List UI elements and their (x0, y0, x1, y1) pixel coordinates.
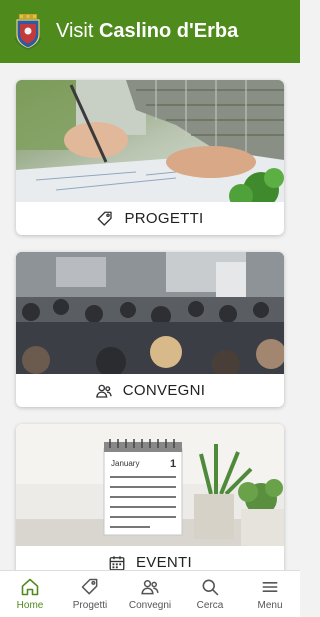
card-progetti[interactable]: PROGETTI (16, 80, 284, 235)
municipal-crest-icon (14, 13, 42, 50)
card-image-convegni (16, 252, 284, 374)
title-prefix: Visit (56, 20, 94, 42)
people-icon (141, 580, 159, 595)
app-screen: Visit Caslino d'Erba PROGETTI CONVEGNI J… (0, 0, 300, 617)
card-eventi[interactable]: January 1 EVENTI (16, 424, 284, 570)
card-title: CONVEGNI (122, 382, 206, 399)
calendar-icon (109, 555, 125, 570)
main-content[interactable]: PROGETTI CONVEGNI January 1 EVENTI (0, 63, 300, 570)
app-header: Visit Caslino d'Erba (0, 0, 300, 63)
nav-home-label: Home (16, 600, 44, 611)
card-title: EVENTI (136, 554, 192, 570)
nav-progetti-label: Progetti (72, 600, 108, 611)
nav-home[interactable]: Home (0, 571, 60, 617)
people-icon (95, 384, 112, 398)
tag-icon (81, 578, 98, 595)
nav-convegni-label: Convegni (128, 600, 172, 611)
nav-menu-label: Menu (257, 600, 283, 611)
calendar-month: January (111, 459, 139, 468)
page-title: Visit Caslino d'Erba (56, 20, 238, 43)
title-town-name: Caslino d'Erba (98, 20, 239, 42)
tag-icon (98, 211, 113, 226)
calendar-day: 1 (170, 458, 176, 470)
card-image-eventi: January 1 (16, 424, 284, 546)
home-icon (21, 578, 39, 596)
bottom-nav: Home Progetti Convegni Cerca Menu (0, 570, 300, 617)
menu-icon (262, 582, 278, 592)
nav-progetti[interactable]: Progetti (60, 571, 120, 617)
card-image-progetti (16, 80, 284, 202)
search-icon (202, 579, 219, 596)
card-label-eventi: EVENTI (16, 546, 284, 570)
nav-convegni[interactable]: Convegni (120, 571, 180, 617)
nav-menu[interactable]: Menu (240, 571, 300, 617)
card-label-convegni: CONVEGNI (16, 374, 284, 407)
nav-cerca-label: Cerca (196, 600, 224, 611)
card-convegni[interactable]: CONVEGNI (16, 252, 284, 407)
nav-cerca[interactable]: Cerca (180, 571, 240, 617)
card-title: PROGETTI (124, 210, 204, 227)
card-label-progetti: PROGETTI (16, 202, 284, 235)
